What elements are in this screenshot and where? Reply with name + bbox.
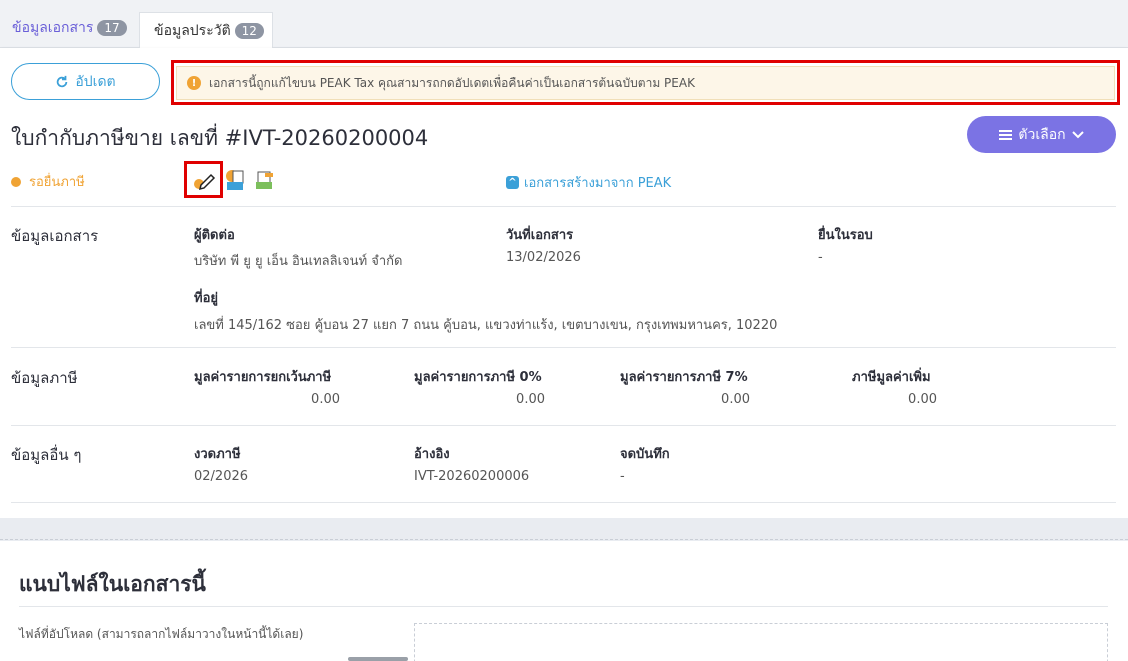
tax-period-label: งวดภาษี (194, 447, 241, 462)
peak-source-link[interactable]: ^ เอกสารสร้างมาจาก PEAK (506, 172, 671, 193)
tab-count-badge: 12 (234, 23, 264, 39)
period-value: - (818, 250, 823, 265)
zero-rate-value: 0.00 (516, 392, 545, 407)
tab-label: ข้อมูลเอกสาร (12, 20, 94, 36)
alert-text: เอกสารนี้ถูกแก้ไขบน PEAK Tax คุณสามารถกด… (209, 75, 695, 90)
info-icon: ! (187, 76, 201, 90)
exempt-value: 0.00 (311, 392, 340, 407)
file-dropzone[interactable] (414, 623, 1108, 661)
chevron-down-icon (1071, 130, 1084, 138)
seven-rate-label: มูลค่ารายการภาษี 7% (620, 370, 748, 385)
tiv-icon[interactable] (225, 169, 245, 191)
peak-logo-icon: ^ (506, 176, 519, 189)
section-document-info: ข้อมูลเอกสาร (11, 227, 99, 245)
zero-rate-label: มูลค่ารายการภาษี 0% (414, 370, 542, 385)
reference-label: อ้างอิง (414, 447, 450, 462)
address-value: เลขที่ 145/162 ซอย คู้บอน 27 แยก 7 ถนน ค… (194, 318, 778, 333)
attachments-card: แนบไฟล์ในเอกสารนี้ ไฟล์ที่อัปโหลด (สามาร… (0, 541, 1128, 661)
refresh-label: อัปเดต (75, 73, 116, 90)
peak-link-label: เอกสารสร้างมาจาก PEAK (524, 176, 672, 191)
tab-document-info[interactable]: ข้อมูลเอกสาร 17 (0, 8, 138, 48)
contact-value: บริษัท พี ยู ยู เอ็น อินเทลลิเจนท์ จำกัด (194, 254, 403, 269)
reference-value: IVT-20260200006 (414, 469, 530, 484)
tax-period-value: 02/2026 (194, 469, 249, 484)
tab-bar: ข้อมูลเอกสาร 17 ข้อมูลประวัติ 12 (0, 0, 1128, 49)
vat-value: 0.00 (908, 392, 937, 407)
wth-icon[interactable] (255, 169, 275, 191)
refresh-button[interactable]: อัปเดต (11, 63, 160, 100)
date-label: วันที่เอกสาร (506, 228, 574, 243)
period-label: ยื่นในรอบ (818, 228, 873, 243)
divider (11, 425, 1116, 426)
scroll-handle[interactable] (348, 657, 408, 661)
seven-rate-value: 0.00 (721, 392, 750, 407)
attachments-title: แนบไฟล์ในเอกสารนี้ (19, 572, 206, 596)
divider (11, 502, 1116, 503)
contact-label: ผู้ติดต่อ (194, 228, 235, 243)
tab-count-badge: 17 (97, 20, 127, 36)
section-other-info: ข้อมูลอื่น ๆ (11, 446, 82, 464)
options-button[interactable]: ตัวเลือก (967, 116, 1116, 153)
section-gap (0, 518, 1128, 540)
alert-banner: ! เอกสารนี้ถูกแก้ไขบน PEAK Tax คุณสามารถ… (176, 66, 1115, 100)
vat-label: ภาษีมูลค่าเพิ่ม (852, 370, 931, 385)
divider (11, 347, 1116, 348)
options-label: ตัวเลือก (1018, 126, 1066, 143)
status-badge: รอยื่นภาษี (11, 171, 85, 192)
note-value: - (620, 469, 625, 484)
divider (11, 206, 1116, 207)
edit-icon (193, 173, 215, 190)
page-title: ใบกำกับภาษีขาย เลขที่ #IVT-20260200004 (11, 126, 429, 150)
date-value: 13/02/2026 (506, 250, 581, 265)
status-text: รอยื่นภาษี (29, 175, 85, 190)
status-dot (11, 176, 21, 187)
address-label: ที่อยู่ (194, 291, 218, 306)
document-card: อัปเดต ! เอกสารนี้ถูกแก้ไขบน PEAK Tax คุ… (0, 48, 1128, 518)
tab-label: ข้อมูลประวัติ (154, 23, 231, 39)
section-tax-info: ข้อมูลภาษี (11, 369, 78, 387)
edit-button[interactable] (184, 161, 223, 198)
divider (19, 606, 1108, 607)
note-label: จดบันทึก (620, 447, 670, 462)
upload-label: ไฟล์ที่อัปโหลด (สามารถลากไฟล์มาวางในหน้า… (19, 627, 304, 641)
refresh-icon (57, 75, 68, 87)
menu-icon (999, 129, 1013, 140)
exempt-label: มูลค่ารายการยกเว้นภาษี (194, 370, 332, 385)
tab-history[interactable]: ข้อมูลประวัติ 12 (139, 12, 273, 49)
